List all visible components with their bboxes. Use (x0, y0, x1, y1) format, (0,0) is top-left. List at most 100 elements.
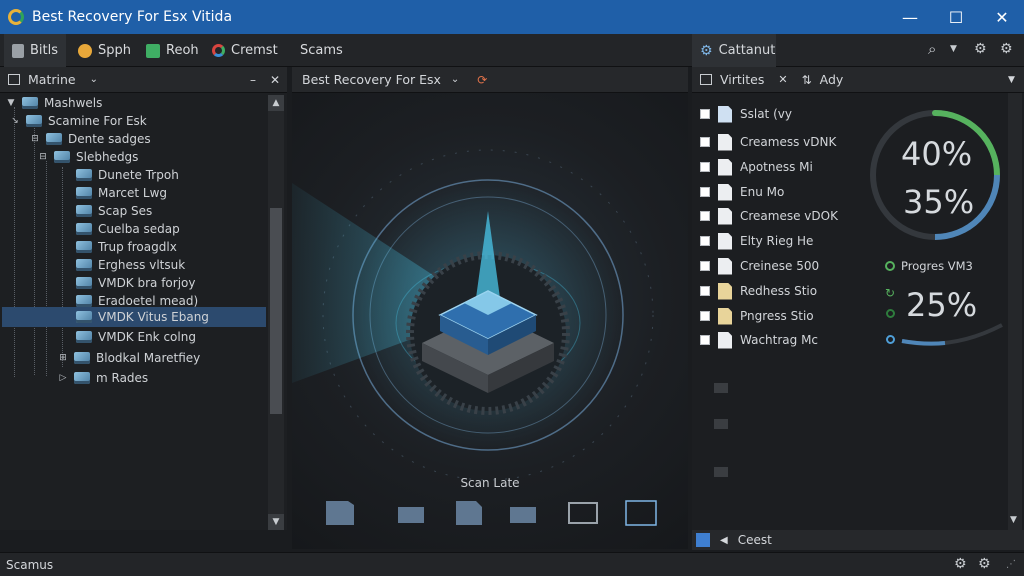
file-list-scrollbar[interactable] (1008, 93, 1022, 530)
close-filter-icon[interactable]: ✕ (778, 73, 787, 86)
minimize-pane-icon[interactable]: – (250, 73, 256, 87)
file-checkbox[interactable] (700, 335, 710, 345)
tree-item[interactable]: ⊞ Blodkal Maretfiey (58, 349, 200, 367)
tab-spph[interactable]: Spph (70, 34, 139, 67)
tree-item[interactable]: ⊟ Dente sadges (30, 130, 150, 148)
expand-icon[interactable]: ▼ (6, 98, 16, 108)
file-checkbox[interactable] (700, 109, 710, 119)
close-button[interactable]: ✕ (978, 0, 1024, 34)
vm-icon (74, 352, 90, 364)
tree-scrollbar[interactable] (268, 95, 284, 528)
small-progress-arc (901, 323, 1003, 346)
minimize-button[interactable]: — (886, 0, 934, 34)
chevron-down-icon[interactable]: ⌄ (451, 74, 459, 85)
file-row[interactable]: Creinese 500 (692, 254, 819, 278)
title-bar: Best Recovery For Esx Vitida — ☐ ✕ (0, 0, 1024, 34)
file-icon (718, 105, 732, 123)
tab-cremst[interactable]: Cremst (204, 34, 286, 67)
resize-grip-icon[interactable]: ⋰ (1006, 559, 1016, 570)
tree-item[interactable]: ▼ Mashwels (6, 94, 103, 112)
scroll-down-icon[interactable]: ▼ (1010, 515, 1017, 525)
checkbox-icon[interactable] (700, 74, 712, 85)
tab-label: Cattanut (718, 43, 776, 58)
left-pane-header: Matrine ⌄ – ✕ (0, 67, 287, 93)
vm-icon (74, 372, 90, 384)
file-row[interactable]: Redhess Stio (692, 279, 817, 303)
file-checkbox[interactable] (700, 311, 710, 321)
datastore-icon (54, 151, 70, 163)
tree-item[interactable]: Marcet Lwg (76, 184, 167, 202)
tree-item-selected[interactable]: VMDK Vitus Ebang (2, 307, 266, 327)
settings-icon[interactable]: ⚙ (954, 556, 967, 572)
file-row[interactable]: Wachtrag Mc (692, 328, 818, 352)
file-checkbox[interactable] (700, 162, 710, 172)
tree-item[interactable]: ▷ m Rades (58, 369, 149, 387)
tree-panel: ▼ Mashwels ↘ Scamine For Esk ⊟ Dente sadges… (0, 93, 287, 530)
file-checkbox[interactable] (700, 236, 710, 246)
expand-icon[interactable]: ▷ (58, 373, 68, 383)
expand-icon[interactable]: ↘ (10, 116, 20, 126)
tab-scams[interactable]: Scams (292, 34, 351, 67)
file-checkbox[interactable] (700, 261, 710, 271)
file-checkbox[interactable] (700, 286, 710, 296)
file-icon (718, 282, 732, 300)
tab-bitls[interactable]: Bitls (4, 34, 66, 67)
settings-icon[interactable]: ⚙ (974, 41, 987, 57)
status-dot-icon (886, 309, 895, 318)
expand-icon[interactable]: ⊞ (58, 353, 68, 363)
chevron-down-icon[interactable]: ⌄ (90, 74, 98, 85)
tree-item[interactable]: ↘ Scamine For Esk (10, 112, 147, 130)
tab-cattanut[interactable]: ⚙ Cattanut (692, 34, 776, 67)
file-row[interactable]: Creamess vDNK (692, 130, 836, 154)
file-checkbox[interactable] (700, 137, 710, 147)
file-row[interactable]: Apotness Mi (692, 155, 813, 179)
status-bar: Scamus ⚙ ⚙ ⋰ (0, 552, 1024, 576)
file-icon (718, 183, 732, 201)
filter-label: Virtites (720, 72, 765, 87)
tree-item[interactable]: Dunete Trpoh (76, 166, 179, 184)
scan-visualization: Scan Late (292, 93, 688, 549)
app-logo-icon (8, 9, 24, 25)
options-icon[interactable]: ⚙ (1000, 41, 1013, 57)
gear-icon: ⚙ (700, 42, 713, 59)
tree-item[interactable]: Trup froagdlx (76, 238, 177, 256)
vm-icon (76, 259, 92, 271)
status-ok-icon (885, 261, 895, 271)
file-row[interactable]: Elty Rieg He (692, 229, 813, 253)
chevron-left-icon[interactable]: ◀ (720, 535, 728, 546)
scrollbar-thumb[interactable] (270, 208, 282, 414)
refresh-icon[interactable]: ⟳ (477, 73, 487, 87)
tree-item[interactable]: Cuelba sedap (76, 220, 180, 238)
file-row[interactable]: Creamese vDOK (692, 204, 838, 228)
file-icon (718, 257, 732, 275)
tree-item[interactable]: VMDK bra forjoy (76, 274, 195, 292)
file-checkbox[interactable] (700, 187, 710, 197)
options-icon[interactable]: ⚙ (978, 556, 991, 572)
file-checkbox[interactable] (700, 211, 710, 221)
scroll-up-icon[interactable]: ▲ (268, 95, 284, 111)
tab-reoh[interactable]: Reoh (138, 34, 207, 67)
tree-item[interactable]: VMDK Enk colng (76, 328, 196, 346)
file-row[interactable]: Enu Mo (692, 180, 784, 204)
right-bottom-bar: ◀ Ceest (692, 530, 1024, 550)
tree-item[interactable]: ⊟ Slebhedgs (38, 148, 138, 166)
progress-status-row: Progres VM3 (885, 259, 973, 273)
file-icon (718, 232, 732, 250)
chevron-down-icon[interactable]: ▼ (1008, 75, 1015, 85)
chevron-down-icon[interactable]: ▼ (950, 44, 957, 54)
scroll-down-icon[interactable]: ▼ (268, 514, 284, 530)
collapse-icon[interactable]: ⊟ (30, 134, 40, 144)
close-pane-icon[interactable]: ✕ (270, 73, 280, 87)
file-row[interactable]: Sslat (vy (692, 102, 792, 126)
sort-icon[interactable]: ⇅ (802, 73, 812, 87)
action-label[interactable]: Ady (820, 72, 844, 87)
tree-item[interactable]: Erghess vltsuk (76, 256, 185, 274)
search-icon[interactable]: ⌕ (928, 40, 936, 58)
file-row[interactable]: Pngress Stio (692, 304, 814, 328)
tree-item[interactable]: Scap Ses (76, 202, 152, 220)
collapse-icon[interactable]: ⊟ (38, 152, 48, 162)
maximize-button[interactable]: ☐ (932, 0, 980, 34)
tab-label: Scams (300, 43, 343, 58)
file-icon (718, 307, 732, 325)
vm-icon (76, 311, 92, 323)
